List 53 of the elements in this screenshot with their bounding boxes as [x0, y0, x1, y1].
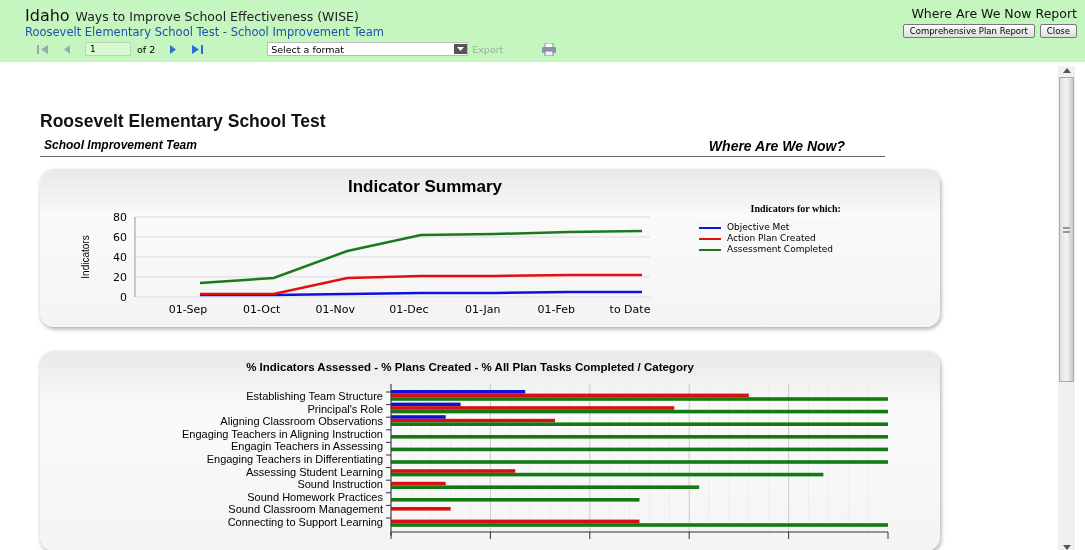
legend-label: Objective Met — [727, 222, 790, 233]
bar — [391, 507, 451, 511]
scroll-thumb[interactable] — [1059, 77, 1074, 382]
x-tick-label: 01-Sep — [168, 303, 208, 316]
vertical-scrollbar[interactable] — [1058, 66, 1075, 550]
team-name: School Improvement Team — [44, 138, 197, 154]
state-name: Idaho — [25, 8, 70, 24]
first-page-icon[interactable] — [37, 44, 49, 54]
school-team-title: Roosevelt Elementary School Test - School Improvement Team — [25, 25, 385, 39]
y-tick-label: 20 — [113, 271, 127, 284]
section-heading: Where Are We Now? — [708, 138, 845, 154]
x-tick-label: to Date — [609, 303, 651, 316]
y-tick-label: 40 — [113, 251, 127, 264]
category-label: Connecting to Support Learning — [227, 515, 383, 529]
header-button[interactable]: Close — [1039, 23, 1077, 38]
x-tick-label: 01-Nov — [315, 303, 356, 316]
category-label: Aligning Classroom Observations — [220, 415, 383, 428]
format-dropdown[interactable]: Select a format — [267, 42, 469, 56]
scroll-down-icon[interactable] — [1062, 545, 1071, 550]
y-tick-label: 60 — [113, 231, 127, 244]
x-tick-label: 01-Dec — [389, 303, 429, 316]
next-page-icon[interactable] — [169, 44, 178, 54]
category-label: Sound Instruction — [297, 478, 383, 491]
chart-title: Indicator Summary — [348, 177, 502, 197]
dropdown-arrow-icon — [454, 44, 468, 54]
category-label: Sound Homework Practices — [247, 490, 383, 504]
last-page-icon[interactable] — [191, 44, 204, 54]
legend-label: Action Plan Created — [727, 233, 816, 244]
report-title: Roosevelt Elementary School Test — [40, 111, 327, 132]
page-number-field[interactable]: 1 — [85, 42, 131, 56]
category-label: Principal's Role — [307, 402, 383, 416]
x-tick-label: 01-Feb — [537, 303, 576, 316]
category-label: Engagin Teachers in Assessing — [230, 440, 383, 453]
previous-page-icon[interactable] — [63, 44, 71, 54]
category-label: Sound Classroom Management — [228, 503, 383, 516]
x-tick-label: 01-Oct — [243, 303, 281, 316]
category-label: Engaging Teachers in Aligning Instruction — [182, 427, 383, 441]
category-label: Assessing Student Learning — [246, 465, 383, 479]
y-axis-label: Indicators — [80, 235, 91, 279]
y-tick-label: 80 — [113, 211, 127, 224]
program-name: Ways to Improve School Effectiveness (WISE) — [75, 11, 359, 24]
x-tick-label: 01-Jan — [464, 303, 501, 316]
legend-title: Indicators for which: — [749, 203, 841, 214]
printer-icon[interactable] — [541, 42, 558, 56]
header-button[interactable]: Comprehensive Plan Report — [902, 23, 1035, 38]
category-label: Establishing Team Structure — [246, 390, 383, 403]
chart-title: % Indicators Assessed - % Plans Created - % All Plan Tasks Completed / Category — [245, 361, 695, 373]
page-count: of 2 — [137, 43, 156, 55]
y-tick-label: 0 — [120, 291, 127, 304]
scroll-up-icon[interactable] — [1062, 68, 1071, 73]
category-label: Engaging Teachers in Differentiating — [206, 452, 383, 466]
legend-label: Assessment Completed — [727, 244, 833, 255]
report-name: Where Are We Now Report — [911, 8, 1077, 21]
